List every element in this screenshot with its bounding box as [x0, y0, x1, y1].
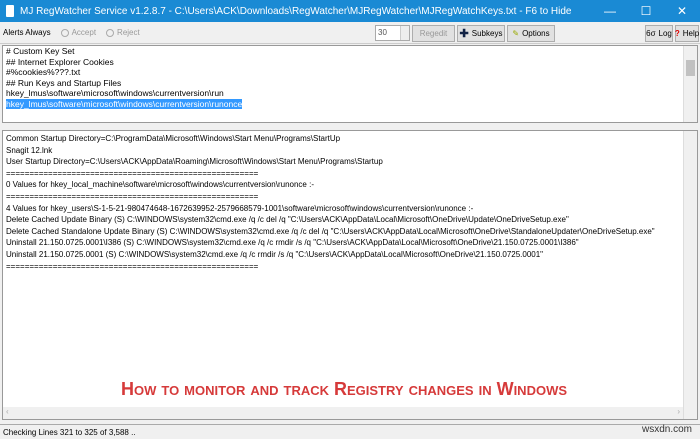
key-line[interactable]: ## Internet Explorer Cookies — [3, 57, 697, 68]
output-line: Uninstall 21.150.0725.0001 (S) C:\WINDOW… — [6, 249, 544, 259]
output-horizontal-scrollbar[interactable]: ‹ › — [3, 407, 683, 419]
maximize-button[interactable]: ☐ — [628, 4, 664, 18]
log-icon: 6σ — [646, 29, 656, 38]
interval-spinner[interactable]: 30 — [375, 25, 410, 41]
output-line: User Startup Directory=C:\Users\ACK\AppD… — [6, 157, 383, 167]
output-log[interactable]: Common Startup Directory=C:\ProgramData\… — [2, 130, 698, 420]
options-label: Options — [522, 29, 550, 38]
output-line: Delete Cached Standalone Update Binary (… — [6, 226, 655, 236]
close-button[interactable]: ✕ — [664, 4, 700, 18]
question-icon: ? — [674, 29, 680, 38]
output-line: ========================================… — [6, 261, 259, 271]
selected-key-line[interactable]: hkey_lmus\software\microsoft\windows\cur… — [6, 98, 243, 109]
reject-radio[interactable]: Reject — [106, 28, 140, 37]
log-button[interactable]: 6σ Log — [645, 25, 673, 42]
help-label: Help — [682, 29, 700, 38]
key-line[interactable]: #%cookies%???.txt — [3, 67, 697, 78]
output-line: Common Startup Directory=C:\ProgramData\… — [6, 134, 341, 143]
key-line[interactable]: # Custom Key Set — [3, 46, 697, 57]
accept-radio[interactable]: Accept — [60, 28, 97, 37]
watermark: wsxdn.com — [641, 424, 692, 435]
log-label: Log — [658, 29, 672, 38]
options-button[interactable]: ✎ Options — [507, 25, 555, 42]
output-line: Uninstall 21.150.0725.0001\I386 (S) C:\W… — [6, 238, 579, 248]
minimize-button[interactable]: — — [592, 4, 628, 18]
output-line: Delete Cached Update Binary (S) C:\WINDO… — [6, 215, 569, 225]
status-bar: Checking Lines 321 to 325 of 3,588 .. — [0, 424, 700, 439]
output-line: 0 Values for hkey_local_machine\software… — [6, 180, 314, 190]
alerts-label: Alerts Always — [3, 28, 51, 37]
key-line[interactable]: hkey_lmus\software\microsoft\windows\cur… — [3, 88, 697, 99]
output-line: 4 Values for hkey_users\S-1-5-21-9804746… — [6, 203, 474, 213]
article-banner: How to monitor and track Registry change… — [120, 379, 568, 399]
interval-value: 30 — [378, 28, 387, 37]
output-line: ========================================… — [6, 168, 259, 178]
subkeys-label: Subkeys — [471, 29, 503, 38]
wand-icon: ✎ — [512, 29, 520, 38]
toolbar: Alerts Always Accept Reject 30 Regedit ✚… — [0, 22, 700, 44]
plus-icon: ✚ — [459, 28, 469, 40]
subkeys-button[interactable]: ✚ Subkeys — [457, 25, 505, 42]
output-line: ========================================… — [6, 191, 259, 201]
regedit-label: Regedit — [419, 29, 448, 38]
regedit-button[interactable]: Regedit — [412, 25, 455, 42]
output-vertical-scrollbar[interactable] — [683, 131, 697, 419]
keys-editor[interactable]: # Custom Key Set ## Internet Explorer Coo… — [2, 45, 698, 123]
reject-label: Reject — [117, 28, 140, 37]
window-title: MJ RegWatcher Service v1.2.8.7 - C:\User… — [20, 5, 572, 17]
output-line: Snagit 12.lnk — [6, 145, 53, 155]
accept-label: Accept — [71, 28, 97, 37]
help-button[interactable]: ? Help — [675, 25, 699, 42]
title-bar: MJ RegWatcher Service v1.2.8.7 - C:\User… — [0, 0, 700, 22]
app-icon — [6, 5, 14, 17]
key-line[interactable]: ## Run Keys and Startup Files — [3, 78, 697, 89]
keys-scrollbar[interactable] — [683, 46, 697, 122]
